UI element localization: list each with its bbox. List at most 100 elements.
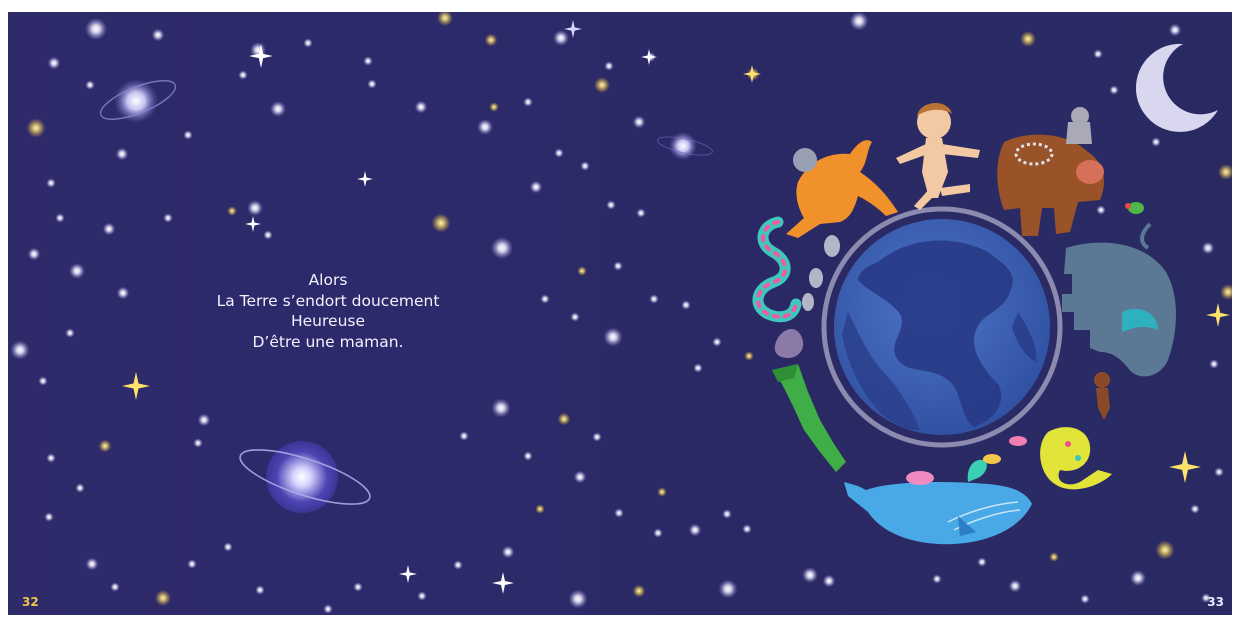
star — [636, 208, 646, 218]
star — [85, 557, 99, 571]
star — [453, 560, 463, 570]
star — [46, 453, 56, 463]
star — [414, 100, 428, 114]
star — [303, 38, 313, 48]
squirrel — [774, 328, 804, 358]
sparkle-star-icon — [1169, 451, 1201, 483]
star — [26, 118, 46, 138]
star — [1209, 359, 1219, 369]
star — [1190, 504, 1200, 514]
child-figure — [896, 102, 980, 210]
sparkle-star-icon — [245, 216, 261, 232]
page-number-left: 32 — [22, 595, 39, 609]
star — [529, 180, 543, 194]
sparkle-star-icon — [399, 565, 417, 583]
star — [27, 247, 41, 261]
star — [742, 524, 752, 534]
star — [1214, 467, 1224, 477]
star — [553, 30, 569, 46]
poem-text: Alors La Terre s’endort doucement Heureu… — [158, 270, 498, 352]
star — [491, 398, 511, 418]
star — [540, 294, 550, 304]
star — [255, 585, 265, 595]
snake — [752, 216, 802, 323]
star — [573, 470, 587, 484]
star — [270, 101, 286, 117]
lemur — [1066, 107, 1092, 144]
star — [223, 542, 233, 552]
star — [802, 567, 818, 583]
poem-line: Heureuse — [290, 312, 366, 330]
star — [193, 438, 203, 448]
earth-globe — [821, 206, 1063, 448]
star — [1096, 205, 1106, 215]
star — [649, 294, 659, 304]
star — [431, 213, 451, 233]
star — [580, 161, 590, 171]
sparkle-star-icon — [641, 49, 657, 65]
star — [577, 266, 587, 276]
star — [849, 12, 869, 31]
star — [501, 545, 515, 559]
star — [523, 97, 533, 107]
star — [614, 508, 624, 518]
sparkle-star-icon — [743, 65, 761, 83]
star — [1008, 579, 1022, 593]
star — [1155, 540, 1175, 560]
star — [183, 130, 193, 140]
star — [363, 56, 373, 66]
star — [1049, 552, 1059, 562]
poem-line: D’être une maman. — [252, 332, 404, 351]
star — [653, 528, 663, 538]
star — [632, 115, 646, 129]
star — [238, 70, 248, 80]
star — [557, 412, 571, 426]
star — [75, 483, 85, 493]
crescent-moon-icon — [1135, 43, 1218, 132]
star — [554, 148, 564, 158]
distant-planet — [657, 132, 713, 160]
star — [98, 439, 112, 453]
star — [657, 487, 667, 497]
ringed-planet-small — [99, 79, 177, 123]
sparkle-star-icon — [1206, 303, 1230, 327]
star — [38, 376, 48, 386]
star — [65, 328, 75, 338]
lizard — [1040, 427, 1112, 490]
star — [932, 574, 942, 584]
star — [44, 512, 54, 522]
poem-line: La Terre s’endort doucement — [216, 291, 440, 310]
star — [47, 56, 61, 70]
star — [977, 557, 987, 567]
star — [46, 178, 56, 188]
star — [712, 337, 722, 347]
star — [632, 584, 646, 598]
star — [1168, 23, 1182, 37]
star — [459, 431, 469, 441]
star — [115, 147, 129, 161]
star — [604, 61, 614, 71]
star — [1109, 85, 1119, 95]
star — [489, 102, 499, 112]
star — [477, 119, 493, 135]
star — [155, 590, 171, 606]
star — [10, 340, 30, 360]
star — [247, 200, 263, 216]
star — [594, 77, 610, 93]
ringed-planet — [239, 441, 371, 513]
sparkle-star-icon — [492, 572, 514, 594]
star — [437, 12, 453, 26]
star — [151, 28, 165, 42]
star — [1080, 594, 1090, 604]
star — [603, 327, 623, 347]
star — [688, 523, 702, 537]
star — [367, 79, 377, 89]
star — [744, 351, 754, 361]
star — [484, 33, 498, 47]
star — [1151, 137, 1161, 147]
star — [606, 200, 616, 210]
star — [1220, 284, 1232, 300]
star — [570, 312, 580, 322]
star — [353, 582, 363, 592]
star — [693, 363, 703, 373]
